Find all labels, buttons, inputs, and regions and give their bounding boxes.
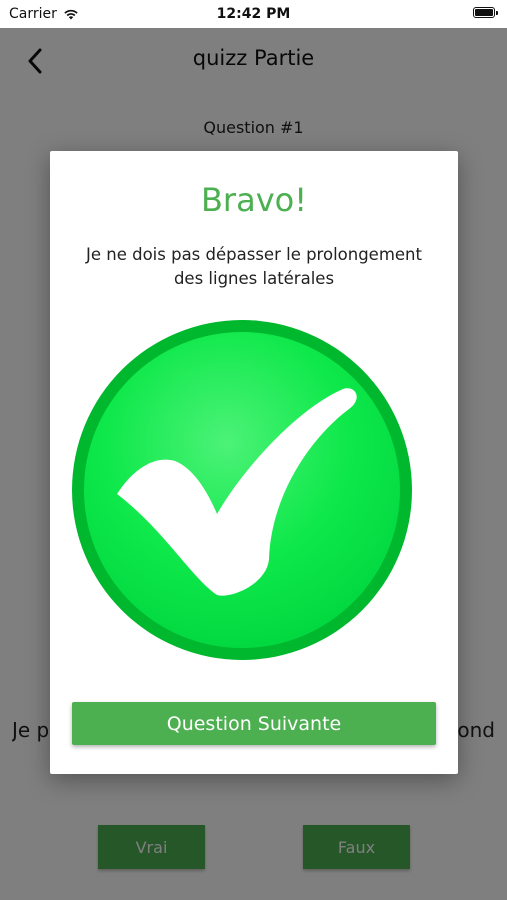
status-time: 12:42 PM <box>216 6 291 22</box>
battery-icon <box>473 7 498 18</box>
result-message: Je ne dois pas dépasser le prolongement … <box>85 245 422 288</box>
checkmark-circle-icon <box>72 320 412 660</box>
result-dialog: Bravo! Je ne dois pas dépasser le prolon… <box>50 151 458 774</box>
result-title: Bravo! <box>200 181 308 219</box>
next-question-button[interactable]: Question Suivante <box>72 702 436 745</box>
status-bar: Carrier 12:42 PM <box>0 0 507 28</box>
